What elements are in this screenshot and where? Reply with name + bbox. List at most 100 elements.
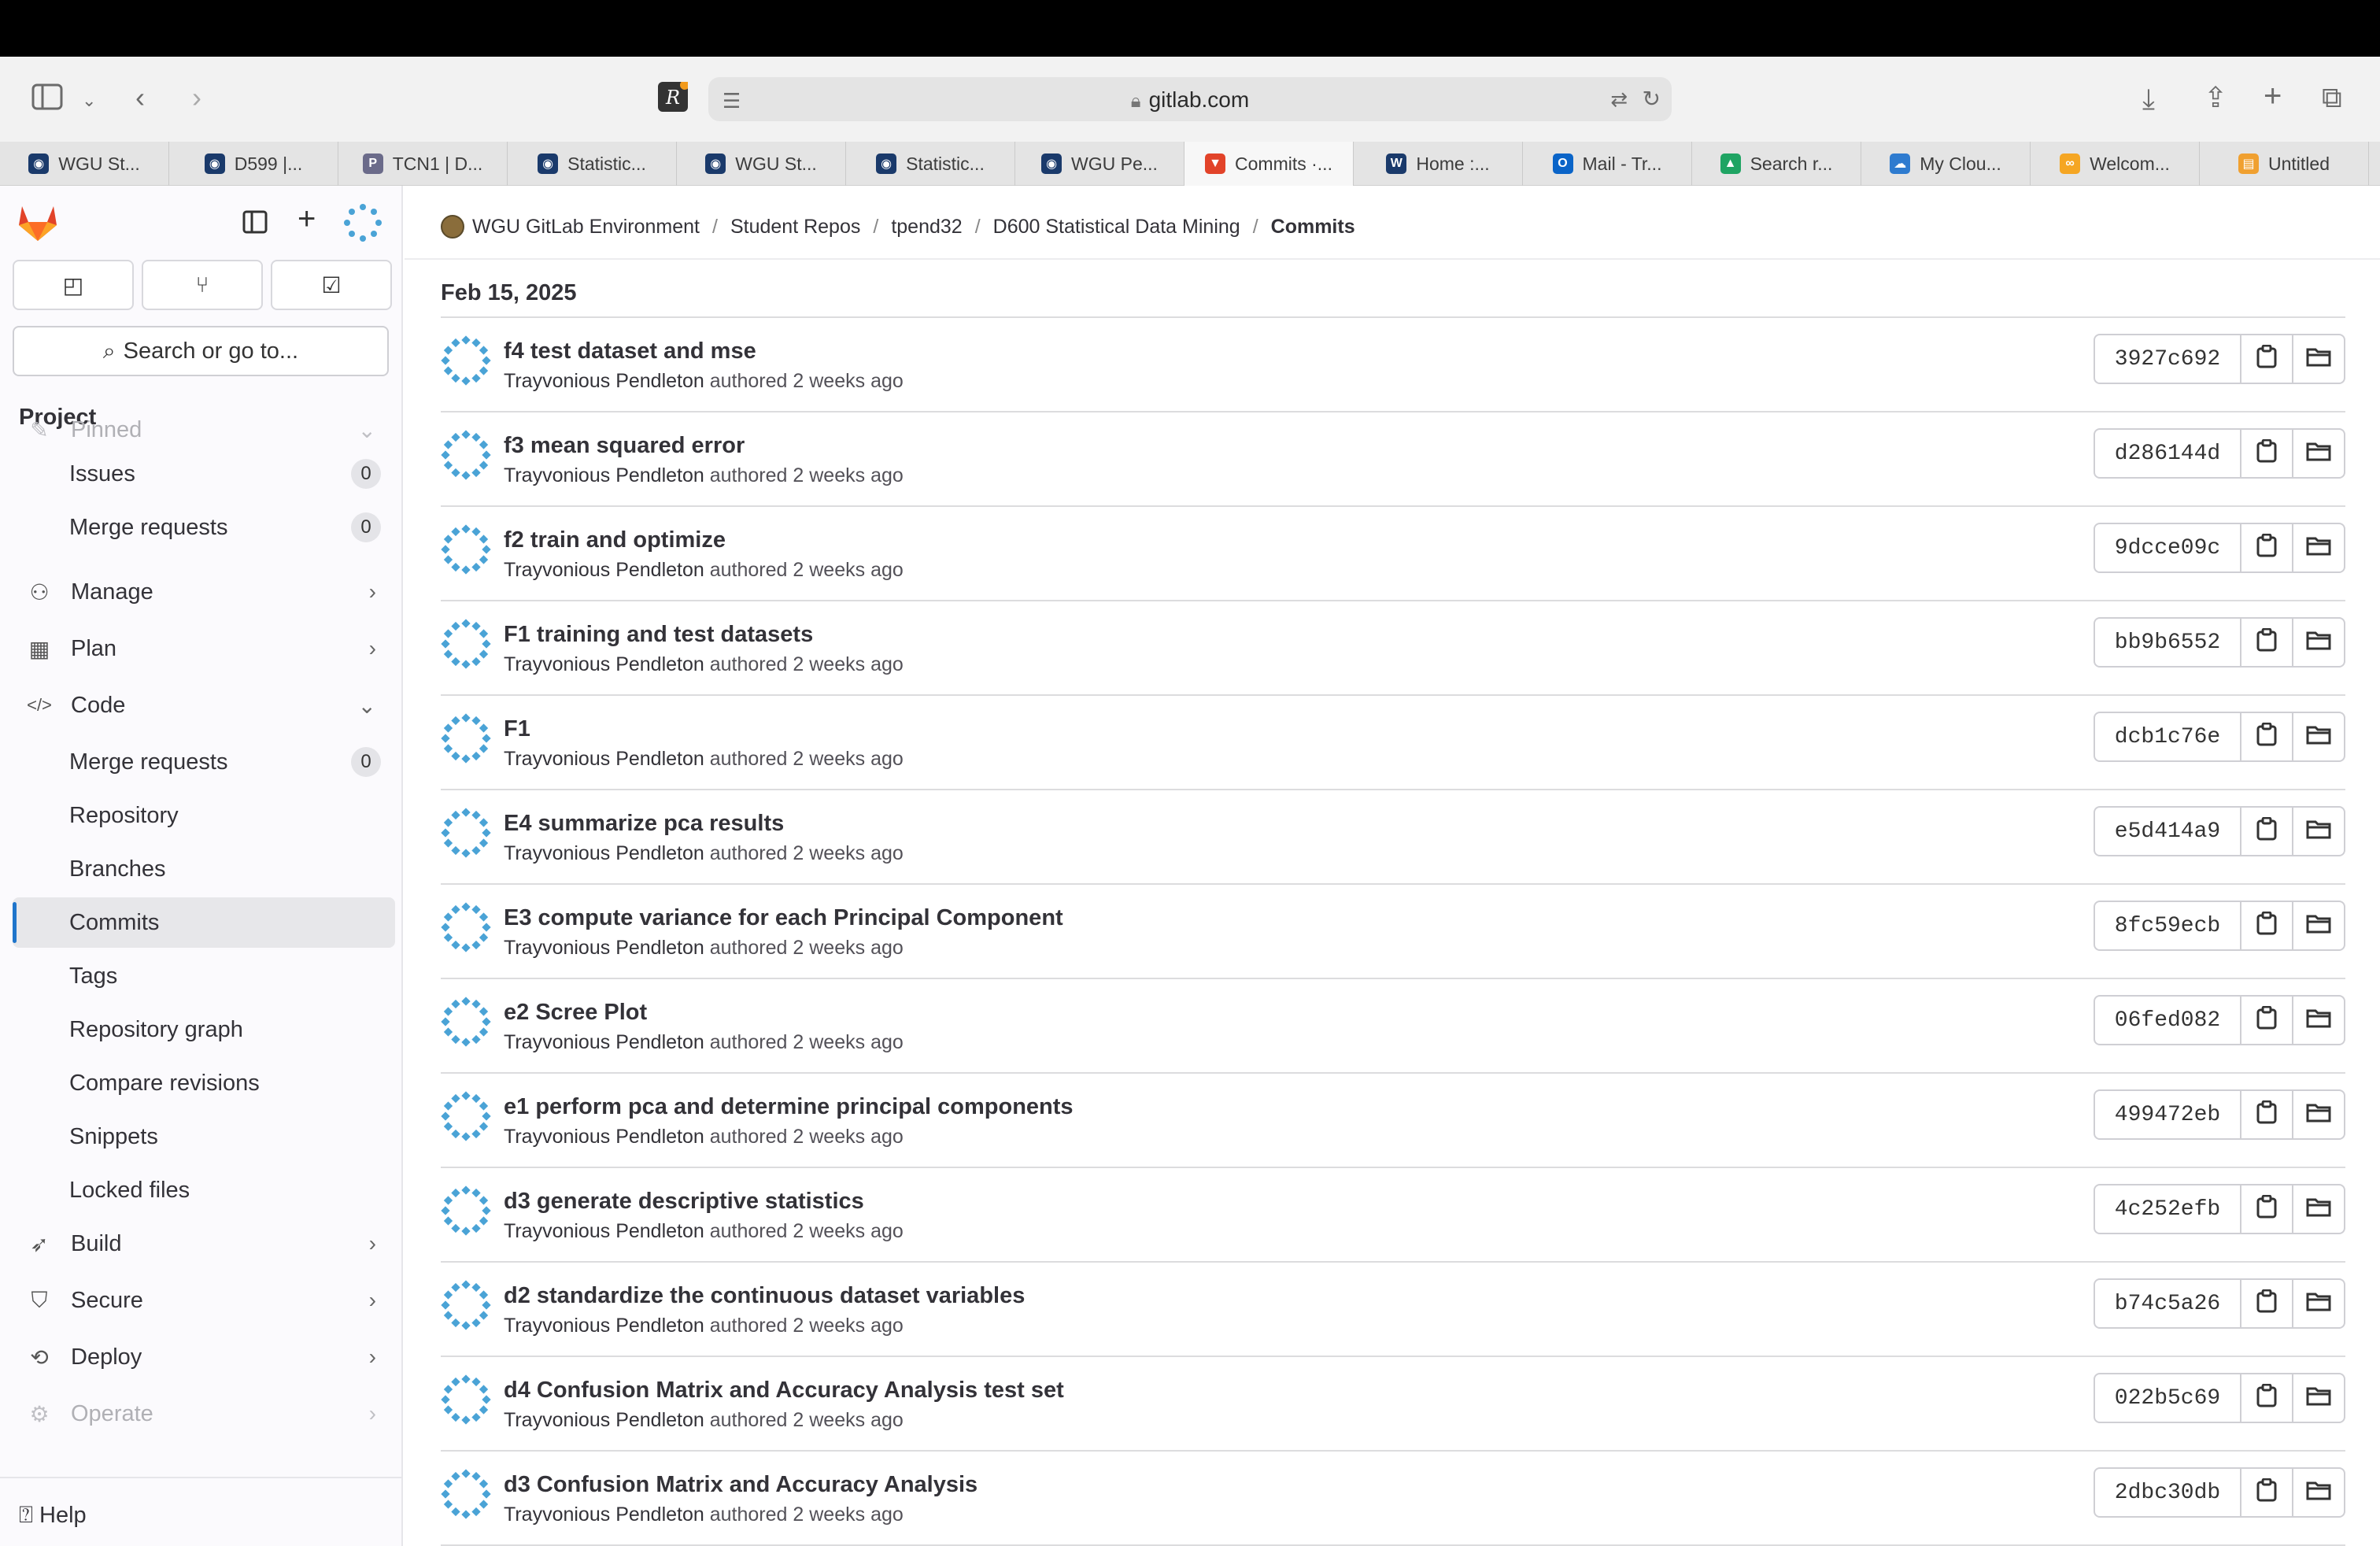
address-bar[interactable]: ☰ 🔒︎ gitlab.com ⇄ ↻ <box>708 77 1672 121</box>
commit-title[interactable]: E3 compute variance for each Principal C… <box>504 905 1063 931</box>
browser-tab[interactable]: ▲ Search r... <box>1692 142 1861 186</box>
browse-files-button[interactable] <box>2293 806 2345 856</box>
download-icon[interactable]: ⤓ <box>2142 83 2155 115</box>
author-name[interactable]: Trayvonious Pendleton <box>504 1409 704 1431</box>
browser-tab[interactable]: ☁ My Clou... <box>1861 142 2031 186</box>
sidebar-item-build[interactable]: ➶ Build › <box>13 1219 395 1269</box>
browse-files-button[interactable] <box>2293 1089 2345 1140</box>
avatar[interactable] <box>441 1469 491 1519</box>
browser-tab[interactable]: ◉ WGU St... <box>0 142 169 186</box>
author-name[interactable]: Trayvonious Pendleton <box>504 748 704 770</box>
sidebar-item-tags[interactable]: Tags <box>13 951 395 1001</box>
translate-icon[interactable]: ⇄ <box>1610 83 1628 115</box>
gitlab-logo-icon[interactable] <box>16 202 60 246</box>
browser-tab[interactable]: ▼ Commits ·... <box>1184 142 1354 186</box>
commit-sha[interactable]: 4c252efb <box>2094 1184 2241 1234</box>
browser-tab[interactable]: O Mail - Tr... <box>1523 142 1692 186</box>
commit-title[interactable]: d3 Confusion Matrix and Accuracy Analysi… <box>504 1472 978 1498</box>
share-icon[interactable]: ⇪ <box>2204 82 2227 113</box>
author-name[interactable]: Trayvonious Pendleton <box>504 1220 704 1242</box>
browse-files-button[interactable] <box>2293 901 2345 951</box>
commit-title[interactable]: d3 generate descriptive statistics <box>504 1189 864 1215</box>
avatar[interactable] <box>441 808 491 858</box>
browser-tab[interactable]: P TCN1 | D... <box>338 142 508 186</box>
sidebar-item-repository[interactable]: Repository <box>13 790 395 841</box>
commit-sha[interactable]: 3927c692 <box>2094 334 2241 384</box>
author-name[interactable]: Trayvonious Pendleton <box>504 1315 704 1337</box>
commit-sha[interactable]: dcb1c76e <box>2094 712 2241 762</box>
breadcrumb-item[interactable]: WGU GitLab Environment <box>472 216 700 239</box>
commit-title[interactable]: F1 training and test datasets <box>504 622 813 648</box>
copy-sha-button[interactable] <box>2241 901 2293 951</box>
author-name[interactable]: Trayvonious Pendleton <box>504 1503 704 1526</box>
avatar[interactable] <box>441 1280 491 1330</box>
browse-files-button[interactable] <box>2293 523 2345 573</box>
copy-sha-button[interactable] <box>2241 1467 2293 1518</box>
browser-tab[interactable]: ◉ Statistic... <box>508 142 677 186</box>
commit-sha[interactable]: b74c5a26 <box>2094 1278 2241 1329</box>
forward-icon[interactable]: › <box>192 82 201 113</box>
commit-sha[interactable]: bb9b6552 <box>2094 617 2241 668</box>
browse-files-button[interactable] <box>2293 617 2345 668</box>
sidebar-item-code[interactable]: </> Code ⌄ <box>13 680 395 730</box>
commit-sha[interactable]: 499472eb <box>2094 1089 2241 1140</box>
author-name[interactable]: Trayvonious Pendleton <box>504 559 704 581</box>
browser-tab[interactable]: W Home :... <box>1354 142 1523 186</box>
merge-requests-button[interactable]: ⑂ <box>142 260 263 310</box>
avatar[interactable] <box>441 713 491 764</box>
todo-list-button[interactable]: ☑ <box>271 260 392 310</box>
browser-tab[interactable]: ◉ Statistic... <box>846 142 1015 186</box>
sidebar-item-issues[interactable]: Issues 0 <box>13 449 395 499</box>
copy-sha-button[interactable] <box>2241 712 2293 762</box>
avatar[interactable] <box>441 619 491 669</box>
sidebar-item-repository-graph[interactable]: Repository graph <box>13 1004 395 1055</box>
commit-sha[interactable]: d286144d <box>2094 428 2241 479</box>
browser-tab[interactable]: ◉ WGU St... <box>677 142 846 186</box>
browser-tab[interactable]: ▤ Untitled <box>2200 142 2369 186</box>
avatar[interactable] <box>441 902 491 952</box>
author-name[interactable]: Trayvonious Pendleton <box>504 1031 704 1053</box>
commit-title[interactable]: d2 standardize the continuous dataset va… <box>504 1283 1025 1309</box>
commit-title[interactable]: e2 Scree Plot <box>504 1000 647 1026</box>
commit-sha[interactable]: 06fed082 <box>2094 995 2241 1045</box>
copy-sha-button[interactable] <box>2241 1184 2293 1234</box>
sidebar-item-secure[interactable]: ⛉ Secure › <box>13 1275 395 1326</box>
sidebar-item-commits[interactable]: Commits <box>13 897 395 948</box>
breadcrumb-item[interactable]: Student Repos <box>730 216 860 239</box>
copy-sha-button[interactable] <box>2241 995 2293 1045</box>
copy-sha-button[interactable] <box>2241 523 2293 573</box>
sidebar-item-operate[interactable]: ⚙ Operate › <box>13 1389 395 1439</box>
copy-sha-button[interactable] <box>2241 428 2293 479</box>
commit-title[interactable]: e1 perform pca and determine principal c… <box>504 1094 1074 1120</box>
sidebar-item-merge-requests[interactable]: Merge requests 0 <box>13 502 395 553</box>
avatar[interactable] <box>441 1091 491 1141</box>
reload-icon[interactable]: ↻ <box>1643 83 1661 115</box>
browse-files-button[interactable] <box>2293 995 2345 1045</box>
commit-sha[interactable]: 2dbc30db <box>2094 1467 2241 1518</box>
browse-files-button[interactable] <box>2293 1467 2345 1518</box>
extension-r-icon[interactable]: R <box>658 80 689 118</box>
avatar[interactable] <box>441 997 491 1047</box>
commit-title[interactable]: f2 train and optimize <box>504 527 726 553</box>
sidebar-item-locked-files[interactable]: Locked files <box>13 1165 395 1215</box>
sidebar-toggle-icon[interactable] <box>31 83 63 117</box>
search-input[interactable]: ⌕ Search or go to... <box>13 326 389 376</box>
commit-sha[interactable]: 022b5c69 <box>2094 1373 2241 1423</box>
copy-sha-button[interactable] <box>2241 806 2293 856</box>
sidebar-item-plan[interactable]: ▦ Plan › <box>13 623 395 674</box>
user-avatar[interactable] <box>343 203 382 246</box>
commit-title[interactable]: f3 mean squared error <box>504 433 745 459</box>
avatar[interactable] <box>441 1185 491 1236</box>
commit-title[interactable]: f4 test dataset and mse <box>504 338 756 364</box>
sidebar-item-deploy[interactable]: ⟲ Deploy › <box>13 1332 395 1382</box>
avatar[interactable] <box>441 335 491 386</box>
browser-tab[interactable]: ∞ Welcom... <box>2031 142 2200 186</box>
browse-files-button[interactable] <box>2293 1278 2345 1329</box>
browse-files-button[interactable] <box>2293 1373 2345 1423</box>
sidebar-item-merge-requests[interactable]: Merge requests 0 <box>13 737 395 787</box>
chevron-down-icon[interactable]: ⌄ <box>82 85 96 117</box>
avatar[interactable] <box>441 1374 491 1425</box>
sidebar-item-pinned[interactable]: ✎ Pinned ⌄ <box>13 405 395 455</box>
back-icon[interactable]: ‹ <box>135 82 145 113</box>
author-name[interactable]: Trayvonious Pendleton <box>504 370 704 392</box>
